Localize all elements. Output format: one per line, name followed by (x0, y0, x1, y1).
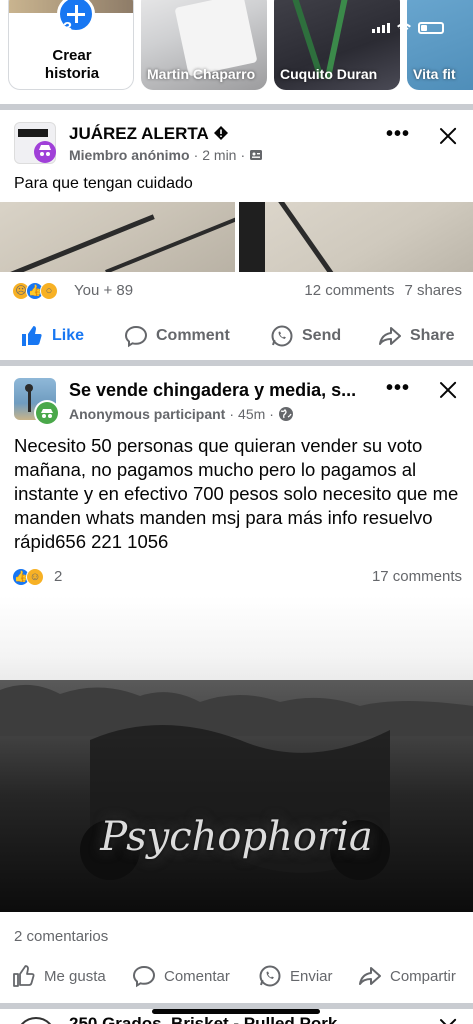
share-icon (359, 967, 381, 985)
post-group-name[interactable]: Se vende chingadera y media, s... (69, 380, 356, 401)
reaction-count[interactable]: 2 (54, 568, 62, 585)
globe-icon (278, 407, 293, 421)
like-label: Like (52, 327, 85, 344)
story-card[interactable]: Martin Chaparro (141, 0, 267, 90)
home-indicator[interactable] (152, 1009, 320, 1014)
reactions-summary[interactable]: ☹ 👍 ○ You + 89 12 comments 7 shares (12, 282, 462, 304)
reaction-icons: ☹ 👍 ○ (12, 282, 58, 300)
post-text: Necesito 50 personas que quieran vender … (14, 435, 459, 552)
diamond-badge-icon (213, 126, 228, 140)
like-label: Me gusta (44, 967, 106, 985)
comment-button[interactable]: Comentar (132, 956, 230, 996)
post-group-name[interactable]: JUÁREZ ALERTA (69, 124, 208, 143)
reaction-count[interactable]: You + 89 (74, 282, 133, 299)
comments-count-es[interactable]: 2 comentarios (14, 928, 108, 945)
haha-reaction-icon: ☺ (26, 568, 44, 586)
wow-reaction-icon: ○ (40, 282, 58, 300)
share-label: Share (410, 327, 455, 344)
share-icon (379, 327, 401, 345)
group-avatar[interactable] (16, 1017, 56, 1024)
feed-post: JUÁREZ ALERTA Miembro anónimo · 2 min · … (0, 110, 473, 360)
image-caption: Psychophoria (100, 814, 373, 860)
story-name: Vita fit (413, 66, 456, 82)
post-image[interactable]: Psychophoria (0, 596, 473, 912)
reaction-icons: 👍 ☺ (12, 568, 44, 586)
post-actions: Like Comment Send Share (0, 316, 473, 356)
post-meta: Miembro anónimo · 2 min · (69, 147, 263, 163)
dark-texture (0, 680, 473, 912)
close-icon[interactable] (436, 378, 460, 402)
create-story-label: Crear historia (44, 47, 100, 82)
post-actions: Me gusta Comentar Enviar Compartir (0, 956, 473, 996)
thumbs-up-icon (13, 965, 35, 987)
comment-count[interactable]: 12 comments (304, 282, 394, 299)
whatsapp-icon (271, 325, 293, 347)
more-options-icon[interactable]: ••• (386, 378, 410, 402)
post-group-name[interactable]: 250 Grados, Brisket - Pulled Pork (69, 1014, 337, 1024)
post-photo[interactable] (239, 202, 473, 272)
stories-strip: 6:13 Crear historia Martin Chaparro Cuqu… (0, 0, 473, 104)
feed-post: Se vende chingadera y media, s... Anonym… (0, 366, 473, 1003)
share-button[interactable]: Compartir (358, 956, 456, 996)
close-icon[interactable] (436, 1015, 460, 1024)
send-button[interactable]: Enviar (258, 956, 333, 996)
signal-icon (372, 23, 390, 33)
post-photos[interactable] (0, 202, 473, 272)
reactions-summary[interactable]: 👍 ☺ 2 17 comments (12, 568, 462, 590)
group-privacy-icon (250, 150, 263, 160)
share-count[interactable]: 7 shares (404, 282, 462, 299)
story-name: Martin Chaparro (147, 66, 256, 82)
post-author-role[interactable]: Anonymous participant (69, 406, 225, 422)
wifi-icon (397, 23, 411, 33)
comment-button[interactable]: Comment (124, 316, 230, 356)
like-button[interactable]: Like (20, 316, 84, 356)
battery-icon (418, 22, 444, 34)
comment-icon (124, 325, 148, 348)
create-story-card[interactable]: Crear historia (8, 0, 134, 90)
group-avatar[interactable] (14, 122, 56, 164)
anonymous-icon (18, 129, 56, 163)
like-button[interactable]: Me gusta (12, 956, 106, 996)
anonymous-badge-icon (34, 400, 60, 426)
more-options-icon[interactable]: ••• (386, 124, 410, 148)
whatsapp-icon (259, 965, 281, 987)
post-meta: Anonymous participant · 45m · (69, 406, 294, 422)
story-name: Cuquito Duran (280, 66, 378, 82)
thumbs-up-icon (22, 326, 42, 346)
post-time[interactable]: 45m (238, 406, 265, 422)
send-label: Send (302, 327, 342, 344)
close-icon[interactable] (436, 124, 460, 148)
status-time: 6:13 (40, 20, 73, 37)
comment-label: Comment (156, 327, 230, 344)
story-card[interactable]: Vita fit (407, 0, 473, 90)
share-button[interactable]: Share (378, 316, 454, 356)
share-label: Compartir (390, 967, 456, 985)
send-label: Enviar (290, 967, 333, 985)
comment-label: Comentar (164, 967, 230, 985)
comment-count[interactable]: 17 comments (372, 568, 462, 585)
post-title[interactable]: JUÁREZ ALERTA (69, 124, 229, 144)
post-author-role[interactable]: Miembro anónimo (69, 147, 190, 163)
post-text: Para que tengan cuidado (14, 175, 193, 192)
comment-icon (132, 965, 156, 988)
send-button[interactable]: Send (270, 316, 341, 356)
story-card[interactable]: Cuquito Duran (274, 0, 400, 90)
post-time[interactable]: 2 min (202, 147, 236, 163)
status-icons (372, 22, 444, 34)
post-photo[interactable] (0, 202, 235, 272)
